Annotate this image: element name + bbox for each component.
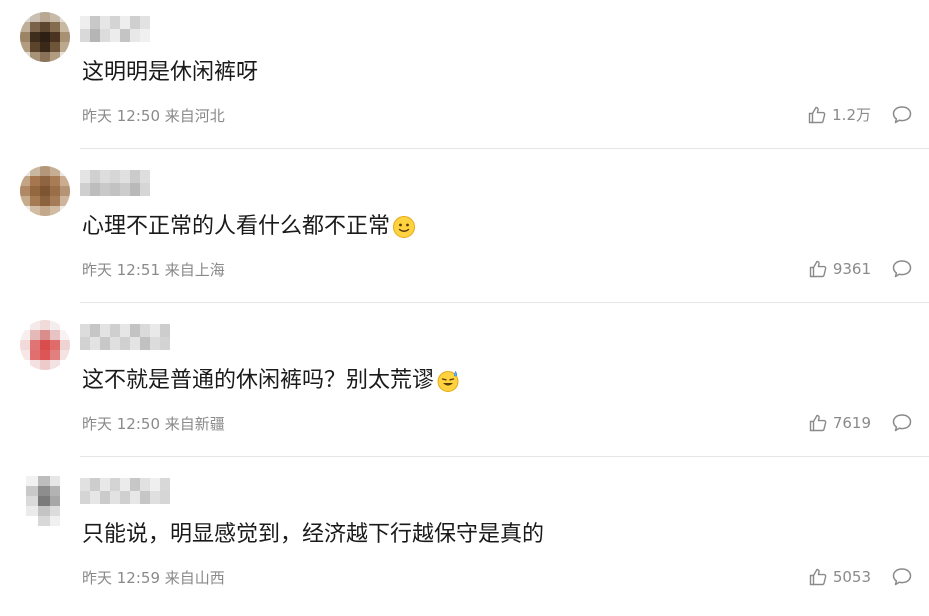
like-button[interactable]: 9361 xyxy=(808,258,871,280)
comment-text: 只能说，明显感觉到，经济越下行越保守是真的 xyxy=(82,518,544,552)
like-button[interactable]: 7619 xyxy=(808,412,871,434)
comment-time: 昨天 12:50 xyxy=(82,415,160,433)
comment-item: 这不就是普通的休闲裤吗？别太荒谬 昨天 12:50 来自新疆 7619 xyxy=(0,308,929,462)
comment-location: 来自上海 xyxy=(164,261,225,279)
username-blurred[interactable] xyxy=(80,170,150,196)
avatar[interactable] xyxy=(20,320,70,370)
comment-item: 这明明是休闲裤呀 昨天 12:50 来自河北 1.2万 xyxy=(0,0,929,154)
comment-text-content: 这不就是普通的休闲裤吗？别太荒谬 xyxy=(82,368,435,393)
comment-time: 昨天 12:50 xyxy=(82,107,160,125)
comment-text-content: 这明明是休闲裤呀 xyxy=(82,60,259,85)
speech-bubble-icon[interactable] xyxy=(891,258,913,280)
username-blurred[interactable] xyxy=(80,478,170,504)
thumbs-up-icon xyxy=(809,568,827,586)
thumbs-up-icon xyxy=(808,106,826,124)
comment-text: 这不就是普通的休闲裤吗？别太荒谬 xyxy=(82,364,460,398)
like-count: 7619 xyxy=(832,414,871,432)
comment-item: 只能说，明显感觉到，经济越下行越保守是真的 昨天 12:59 来自山西 5053 xyxy=(0,462,929,616)
comment-time: 昨天 12:51 xyxy=(82,261,160,279)
like-count: 9361 xyxy=(832,260,871,278)
sweat-smile-emoji xyxy=(437,370,459,392)
speech-bubble-icon[interactable] xyxy=(891,412,913,434)
avatar[interactable] xyxy=(26,476,60,526)
comment-meta: 昨天 12:51 来自上海 xyxy=(82,259,225,281)
like-count: 1.2万 xyxy=(832,106,871,124)
comment-location: 来自山西 xyxy=(164,569,225,587)
comment-text: 这明明是休闲裤呀 xyxy=(82,56,258,90)
like-button[interactable]: 5053 xyxy=(808,566,871,588)
speech-bubble-icon[interactable] xyxy=(891,566,913,588)
comment-text: 心理不正常的人看什么都不正常 xyxy=(82,210,416,244)
speech-bubble-icon[interactable] xyxy=(891,104,913,126)
comment-time: 昨天 12:59 xyxy=(82,569,160,587)
slight-smile-emoji xyxy=(393,216,416,238)
comment-meta: 昨天 12:50 来自河北 xyxy=(82,105,225,127)
comment-meta: 昨天 12:50 来自新疆 xyxy=(82,413,225,435)
like-count: 5053 xyxy=(832,568,871,586)
thumbs-up-icon xyxy=(809,414,827,432)
comment-text-content: 心理不正常的人看什么都不正常 xyxy=(82,214,391,239)
comment-meta: 昨天 12:59 来自山西 xyxy=(82,567,225,589)
divider xyxy=(80,148,929,149)
avatar[interactable] xyxy=(20,166,70,216)
thumbs-up-icon xyxy=(809,260,827,278)
avatar[interactable] xyxy=(20,12,70,62)
username-blurred[interactable] xyxy=(80,324,170,350)
like-button[interactable]: 1.2万 xyxy=(807,104,871,126)
comment-item: 心理不正常的人看什么都不正常 昨天 12:51 来自上海 9361 xyxy=(0,154,929,308)
username-blurred[interactable] xyxy=(80,16,150,42)
divider xyxy=(80,302,929,303)
comment-location: 来自新疆 xyxy=(164,415,225,433)
comment-text-content: 只能说，明显感觉到，经济越下行越保守是真的 xyxy=(82,522,545,547)
comment-location: 来自河北 xyxy=(164,107,225,125)
divider xyxy=(80,456,929,457)
